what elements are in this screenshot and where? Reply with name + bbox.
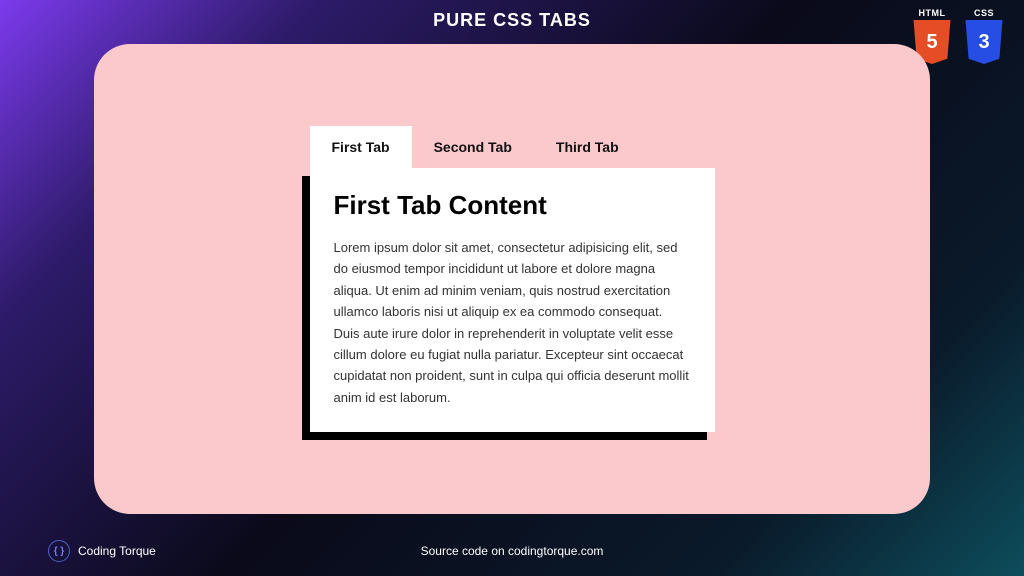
css-label: CSS [974,8,994,18]
brand-name: Coding Torque [78,544,156,558]
brand-logo-icon: { } [48,540,70,562]
html-label: HTML [919,8,946,18]
page-title: PURE CSS TABS [433,10,591,31]
tab-second[interactable]: Second Tab [412,126,534,168]
demo-canvas: First Tab Second Tab Third Tab First Tab… [94,44,930,514]
footer: { } Coding Torque Source code on codingt… [0,540,1024,562]
footer-brand: { } Coding Torque [48,540,156,562]
tab-panel-wrap: First Tab Content Lorem ipsum dolor sit … [310,168,715,433]
tab-first[interactable]: First Tab [310,126,412,168]
tab-third[interactable]: Third Tab [534,126,641,168]
tabs-component: First Tab Second Tab Third Tab First Tab… [310,126,715,433]
tab-panel: First Tab Content Lorem ipsum dolor sit … [310,168,715,433]
tab-list: First Tab Second Tab Third Tab [310,126,715,168]
content-body: Lorem ipsum dolor sit amet, consectetur … [334,237,691,409]
footer-source: Source code on codingtorque.com [421,544,604,558]
tech-badges: HTML 5 CSS 3 [910,6,1006,62]
css3-icon: 3 [962,20,1006,64]
content-heading: First Tab Content [334,190,691,221]
css3-badge: CSS 3 [962,6,1006,62]
